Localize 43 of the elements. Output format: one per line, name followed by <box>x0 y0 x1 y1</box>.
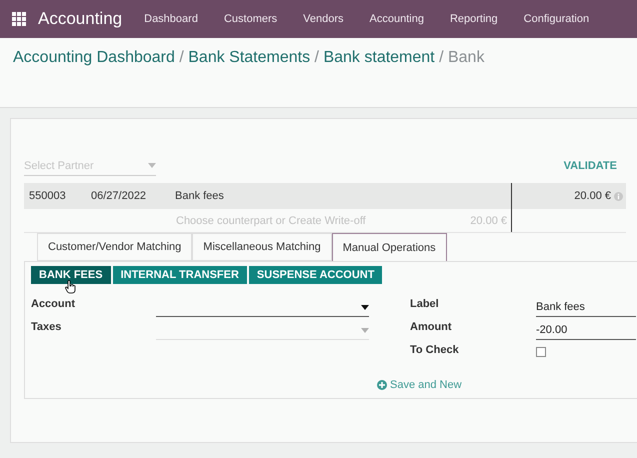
field-label: To Check <box>410 344 460 358</box>
field-label: Label <box>410 298 440 312</box>
counterpart-amount: 20.00 € <box>470 214 507 226</box>
hand-cursor-icon <box>65 280 76 294</box>
model-button[interactable]: SUSPENSE ACCOUNT <box>248 266 382 284</box>
caret-icon <box>361 304 369 310</box>
caret-icon <box>148 163 156 168</box>
apps-grid-icon[interactable] <box>12 12 26 26</box>
checkbox[interactable] <box>536 347 546 357</box>
input-field[interactable]: -20.00 <box>536 321 636 340</box>
breadcrumb-link[interactable]: Accounting Dashboard <box>13 49 175 66</box>
menu-item[interactable]: Vendors <box>303 13 344 25</box>
info-icon <box>614 192 623 200</box>
menu-item[interactable]: Configuration <box>524 13 590 25</box>
caret-icon <box>361 328 369 332</box>
reference-text: 550003 <box>28 190 67 202</box>
menu-item[interactable]: Reporting <box>450 13 498 25</box>
breadcrumb-link[interactable]: Bank Statements <box>188 49 310 66</box>
date-text: 06/27/2022 <box>90 190 148 202</box>
model-button[interactable]: BANK FEES <box>31 266 111 284</box>
breadcrumb-separator: / <box>178 49 185 66</box>
model-button[interactable]: INTERNAL TRANSFER <box>112 266 247 284</box>
field-label: Taxes <box>31 321 62 335</box>
menu-item[interactable]: Accounting <box>370 13 424 25</box>
tab[interactable]: Customer/Vendor Matching <box>37 233 192 261</box>
amount-text: 20.00 € <box>574 190 611 202</box>
label-text: Bank fees <box>174 190 225 202</box>
input-field[interactable]: Bank fees <box>536 298 636 317</box>
counterpart-hint: Choose counterpart or Create Write-off <box>176 214 366 226</box>
field-label: Amount <box>410 321 453 335</box>
field-label: Account <box>31 298 76 312</box>
breadcrumb-separator: / <box>438 49 445 66</box>
plus-circle-icon <box>377 380 387 390</box>
menu-item[interactable]: Customers <box>224 13 278 25</box>
breadcrumb-separator: / <box>314 49 320 66</box>
tab[interactable]: Miscellaneous Matching <box>192 233 332 261</box>
app-title: Accounting <box>38 9 122 29</box>
menu-item[interactable]: Dashboard <box>144 13 198 25</box>
tab[interactable]: Manual Operations <box>332 233 447 261</box>
save-and-new-link[interactable]: Save and New <box>377 379 637 391</box>
breadcrumb-link[interactable]: Bank statement <box>323 49 435 66</box>
breadcrumb-current: Bank <box>448 49 484 66</box>
validate-link[interactable]: VALIDATE <box>564 160 617 172</box>
